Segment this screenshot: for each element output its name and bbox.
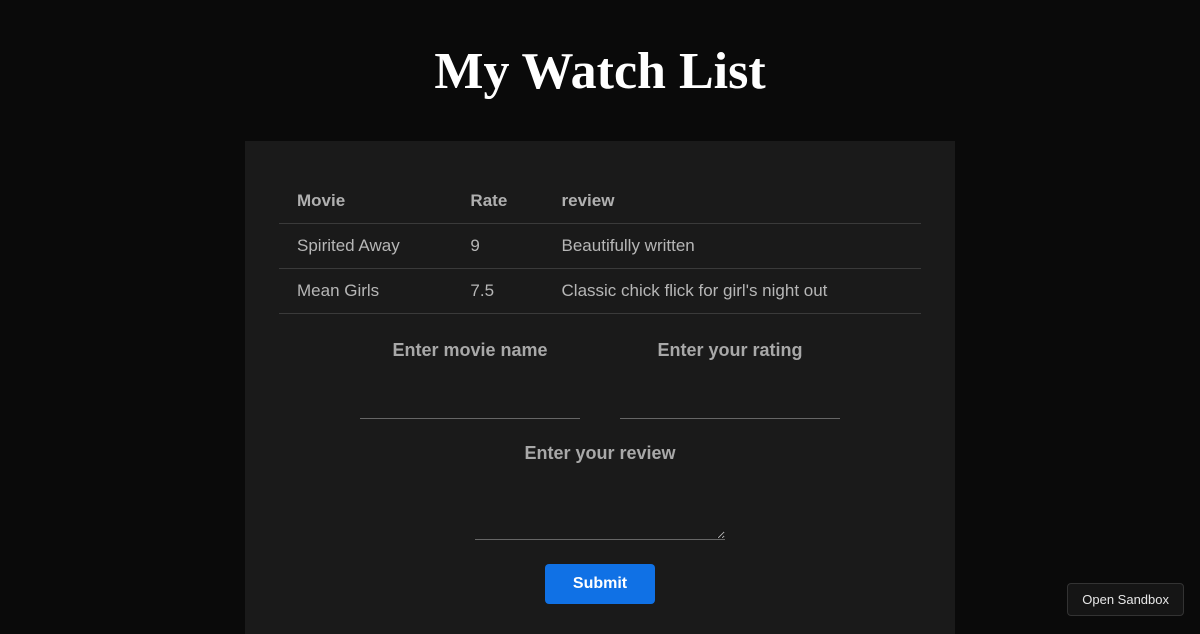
review-label: Enter your review: [524, 443, 675, 464]
review-textarea[interactable]: [475, 492, 725, 540]
watchlist-table: Movie Rate review Spirited Away 9 Beauti…: [279, 181, 921, 314]
cell-review: Beautifully written: [544, 224, 921, 269]
movie-name-label: Enter movie name: [392, 340, 547, 361]
table-row: Spirited Away 9 Beautifully written: [279, 224, 921, 269]
submit-button[interactable]: Submit: [545, 564, 655, 604]
movie-name-field: Enter movie name: [360, 340, 580, 419]
review-field: Enter your review: [279, 443, 921, 540]
cell-rate: 7.5: [452, 269, 543, 314]
cell-movie: Spirited Away: [279, 224, 452, 269]
table-row: Mean Girls 7.5 Classic chick flick for g…: [279, 269, 921, 314]
movie-name-input[interactable]: [360, 389, 580, 419]
add-movie-form: Enter movie name Enter your rating Enter…: [279, 340, 921, 604]
rating-label: Enter your rating: [657, 340, 802, 361]
col-review: review: [544, 181, 921, 224]
col-rate: Rate: [452, 181, 543, 224]
cell-review: Classic chick flick for girl's night out: [544, 269, 921, 314]
rating-field: Enter your rating: [620, 340, 840, 419]
page-title: My Watch List: [0, 0, 1200, 141]
cell-movie: Mean Girls: [279, 269, 452, 314]
watchlist-card: Movie Rate review Spirited Away 9 Beauti…: [245, 141, 955, 634]
open-sandbox-button[interactable]: Open Sandbox: [1067, 583, 1184, 616]
rating-input[interactable]: [620, 389, 840, 419]
table-header-row: Movie Rate review: [279, 181, 921, 224]
col-movie: Movie: [279, 181, 452, 224]
cell-rate: 9: [452, 224, 543, 269]
